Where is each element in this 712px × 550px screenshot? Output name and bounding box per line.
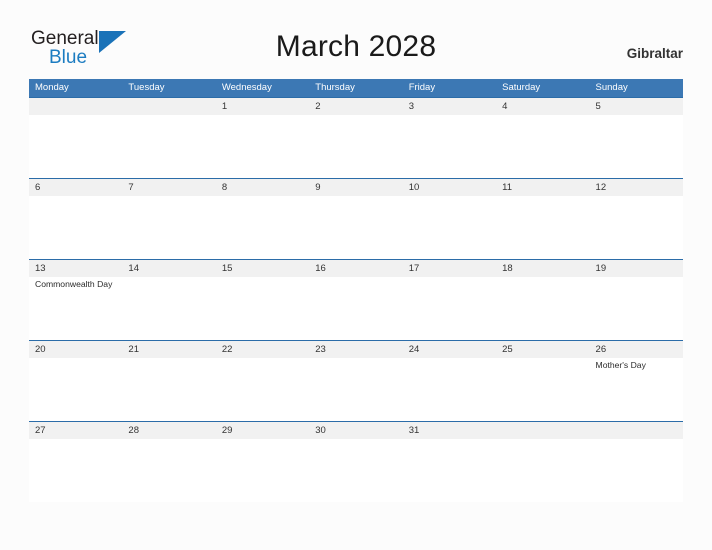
day-event (122, 115, 215, 178)
week-event-band (29, 115, 683, 178)
day-event (403, 115, 496, 178)
day-number[interactable]: 13 (29, 260, 122, 277)
day-event (496, 115, 589, 178)
weekday-header-wednesday: Wednesday (221, 82, 272, 93)
day-event (403, 277, 496, 340)
day-number[interactable]: 3 (403, 98, 496, 115)
weekday-header-monday: Monday (35, 82, 69, 93)
day-event (496, 439, 589, 502)
weekday-header-sunday: Sunday (595, 82, 628, 93)
day-event (122, 277, 215, 340)
day-number[interactable] (122, 98, 215, 115)
day-number[interactable] (590, 422, 683, 439)
day-number[interactable]: 24 (403, 341, 496, 358)
day-event: Mother's Day (595, 360, 646, 370)
day-number[interactable]: 4 (496, 98, 589, 115)
week-date-band: 20 21 22 23 24 25 26 (29, 341, 683, 358)
week-date-band: 27 28 29 30 31 (29, 422, 683, 439)
day-event (29, 439, 122, 502)
week-row: 20 21 22 23 24 25 26 Mother's Day (29, 340, 683, 421)
day-event (216, 115, 309, 178)
week-row: 6 7 8 9 10 11 12 (29, 178, 683, 259)
day-event (496, 358, 589, 421)
page-title: March 2028 (275, 30, 437, 63)
day-number[interactable]: 26 (590, 341, 683, 358)
day-event (29, 115, 122, 178)
day-event (496, 277, 589, 340)
weekday-header-saturday: Saturday (502, 82, 541, 93)
day-event (309, 358, 402, 421)
week-date-band: 13 14 15 16 17 18 19 (29, 260, 683, 277)
day-event (216, 196, 309, 259)
page-header: General Blue March 2028 Gibraltar (0, 0, 712, 78)
day-event (309, 439, 402, 502)
day-event: Commonwealth Day (35, 279, 113, 289)
day-event (590, 196, 683, 259)
day-number[interactable]: 12 (590, 179, 683, 196)
week-row: 1 2 3 4 5 (29, 97, 683, 178)
day-number[interactable]: 20 (29, 341, 122, 358)
day-number[interactable]: 8 (216, 179, 309, 196)
day-number[interactable]: 22 (216, 341, 309, 358)
day-event (403, 196, 496, 259)
weekday-header-friday: Friday (408, 82, 436, 93)
location-label: Gibraltar (626, 46, 683, 61)
week-event-band: Commonwealth Day (29, 277, 683, 340)
day-number[interactable]: 14 (122, 260, 215, 277)
day-number[interactable]: 29 (216, 422, 309, 439)
day-number[interactable]: 21 (122, 341, 215, 358)
day-event (309, 115, 402, 178)
day-event (590, 115, 683, 178)
day-number[interactable]: 2 (309, 98, 402, 115)
day-event (496, 196, 589, 259)
day-event (309, 277, 402, 340)
week-row: 27 28 29 30 31 (29, 421, 683, 502)
week-date-band: 6 7 8 9 10 11 12 (29, 179, 683, 196)
day-number[interactable]: 15 (216, 260, 309, 277)
day-number[interactable]: 17 (403, 260, 496, 277)
day-event (29, 196, 122, 259)
day-number[interactable]: 18 (496, 260, 589, 277)
day-number[interactable]: 1 (216, 98, 309, 115)
day-number[interactable]: 25 (496, 341, 589, 358)
day-number[interactable]: 31 (403, 422, 496, 439)
day-number[interactable]: 11 (496, 179, 589, 196)
day-number[interactable]: 9 (309, 179, 402, 196)
week-date-band: 1 2 3 4 5 (29, 98, 683, 115)
week-row: 13 14 15 16 17 18 19 Commonwealth Day (29, 259, 683, 340)
day-event (590, 439, 683, 502)
day-number[interactable] (496, 422, 589, 439)
day-number[interactable]: 5 (590, 98, 683, 115)
weekday-header-row: Monday Tuesday Wednesday Thursday Friday… (29, 79, 683, 97)
day-event (309, 196, 402, 259)
day-event (403, 439, 496, 502)
day-event (216, 277, 309, 340)
day-event (216, 439, 309, 502)
day-number[interactable]: 30 (309, 422, 402, 439)
day-number[interactable]: 28 (122, 422, 215, 439)
day-number[interactable]: 23 (309, 341, 402, 358)
day-event (403, 358, 496, 421)
day-event (122, 358, 215, 421)
calendar-page: General Blue March 2028 Gibraltar Monday… (0, 0, 712, 550)
day-number[interactable]: 27 (29, 422, 122, 439)
day-number[interactable]: 16 (309, 260, 402, 277)
day-number[interactable]: 19 (590, 260, 683, 277)
calendar-grid: Monday Tuesday Wednesday Thursday Friday… (29, 79, 683, 502)
week-event-band: Mother's Day (29, 358, 683, 421)
day-number[interactable]: 6 (29, 179, 122, 196)
day-number[interactable] (29, 98, 122, 115)
day-event (122, 196, 215, 259)
day-number[interactable]: 10 (403, 179, 496, 196)
week-event-band (29, 439, 683, 502)
day-event (29, 358, 122, 421)
day-number[interactable]: 7 (122, 179, 215, 196)
day-event (122, 439, 215, 502)
weekday-header-thursday: Thursday (315, 82, 355, 93)
day-event (216, 358, 309, 421)
weekday-header-tuesday: Tuesday (128, 82, 165, 93)
week-event-band (29, 196, 683, 259)
day-event (590, 277, 683, 340)
